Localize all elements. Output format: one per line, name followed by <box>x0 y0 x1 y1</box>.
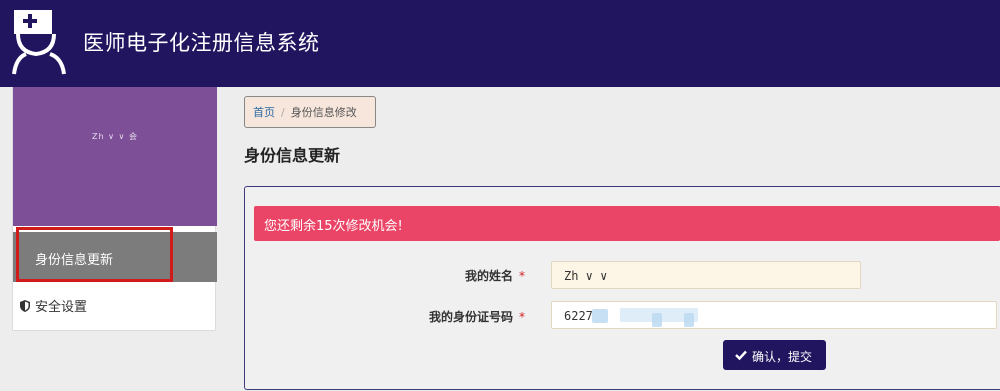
sidebar-item-security-settings[interactable]: 安全设置 <box>20 296 87 315</box>
check-icon <box>735 350 747 361</box>
id-number-label: 我的身份证号码 * <box>428 310 525 324</box>
breadcrumb: 首页 / 身份信息修改 <box>244 96 376 128</box>
sidebar: Zh ∨ ∨ 会 身份信息更新 <box>12 87 217 331</box>
page-title: 身份信息更新 <box>244 146 341 165</box>
doctor-logo-icon <box>12 10 66 75</box>
required-mark: * <box>519 310 525 324</box>
user-profile-banner: Zh ∨ ∨ 会 <box>13 87 217 226</box>
id-number-field[interactable]: 6227 <box>551 301 997 329</box>
redaction-blur <box>652 313 662 327</box>
breadcrumb-current: 身份信息修改 <box>290 106 357 119</box>
app-header: 医师电子化注册信息系统 <box>0 0 1000 87</box>
breadcrumb-home-link[interactable]: 首页 <box>253 106 275 119</box>
required-mark: * <box>519 269 525 283</box>
confirm-submit-button[interactable]: 确认，提交 <box>723 340 826 370</box>
name-label: 我的姓名 * <box>464 269 525 283</box>
app-title: 医师电子化注册信息系统 <box>83 31 320 55</box>
redaction-blur <box>592 309 608 323</box>
redaction-blur <box>684 313 694 327</box>
breadcrumb-separator: / <box>281 106 285 119</box>
highlight-annotation <box>16 227 173 282</box>
submit-label: 确认，提交 <box>752 350 813 364</box>
id-number-field-value: 6227 <box>564 309 593 323</box>
alert-banner: 您还剩余15次修改机会! <box>254 206 1000 241</box>
name-field[interactable]: Zh ∨ ∨ <box>551 261 861 289</box>
name-field-value: Zh ∨ ∨ <box>564 269 608 283</box>
sidebar-item-label: 安全设置 <box>35 300 88 315</box>
username: Zh ∨ ∨ 会 <box>92 132 138 141</box>
shield-icon <box>20 299 30 312</box>
